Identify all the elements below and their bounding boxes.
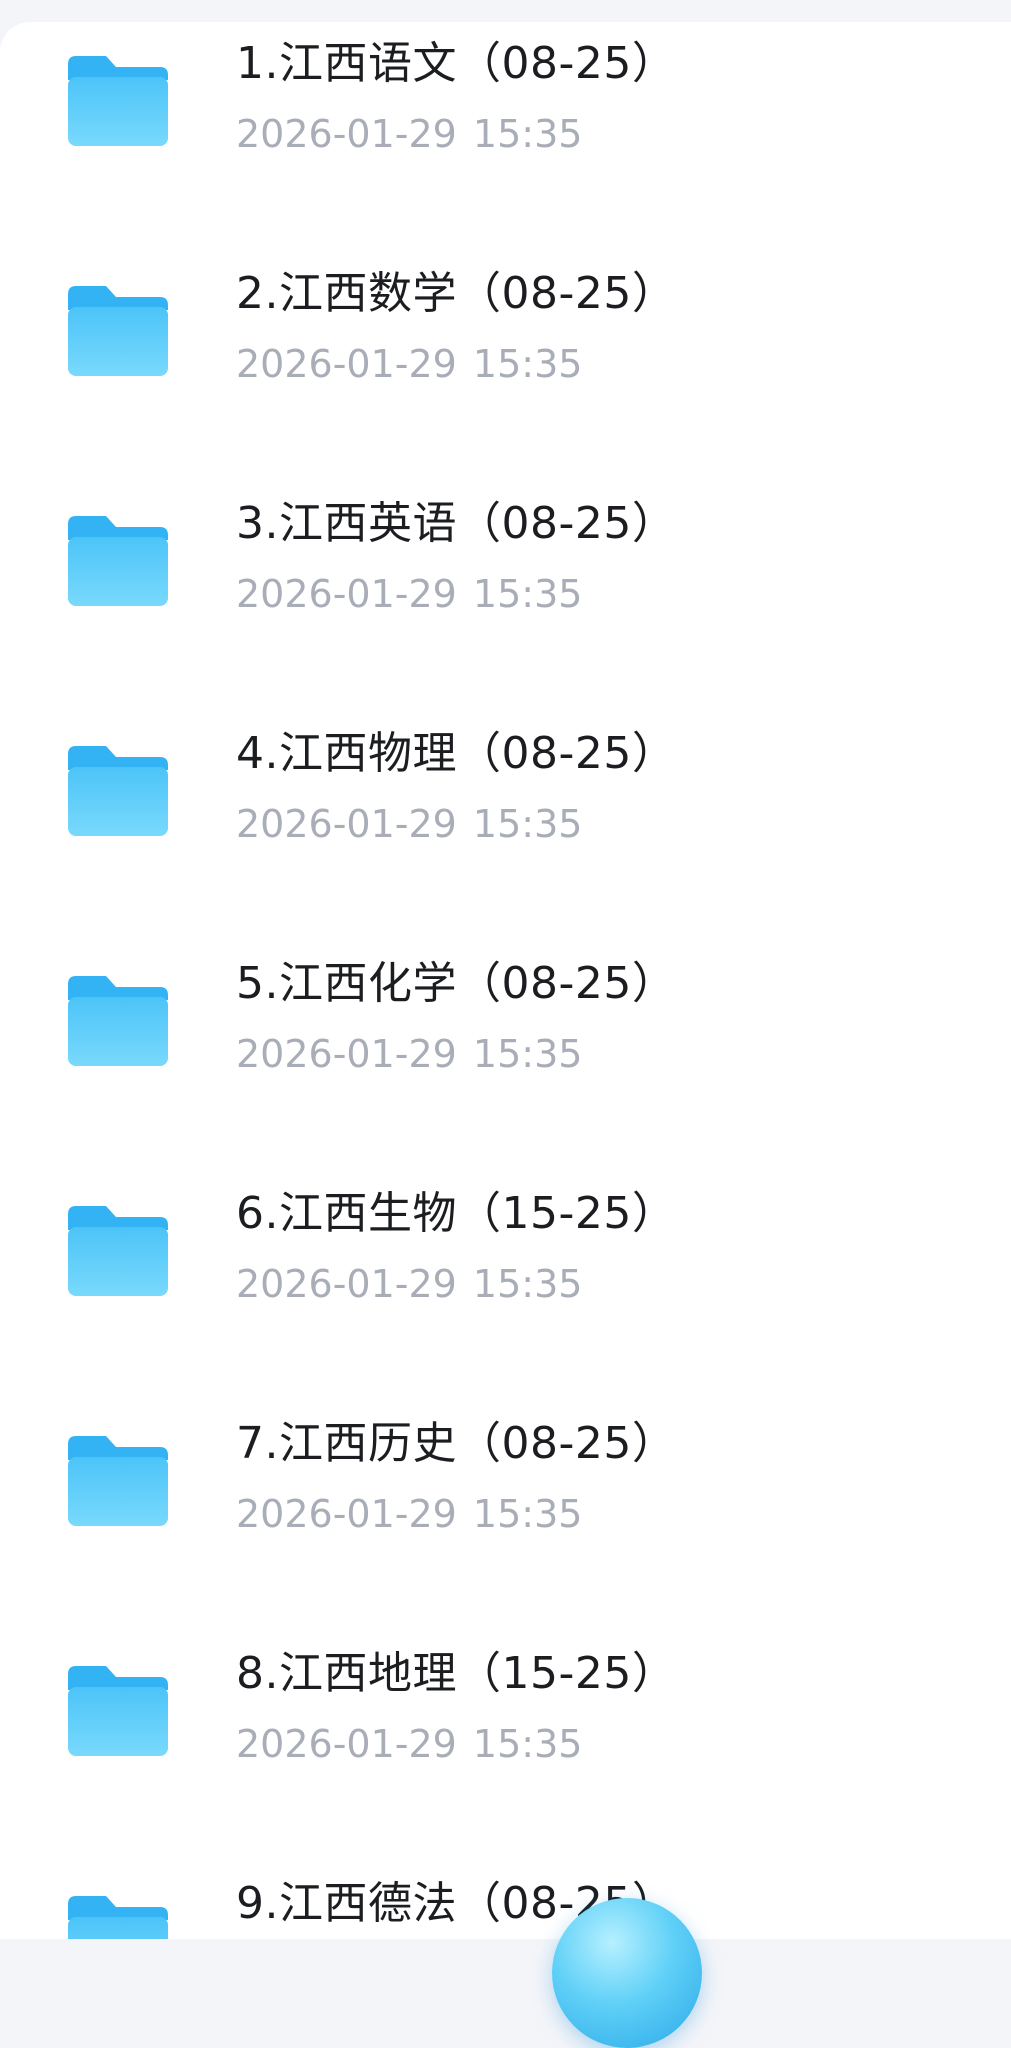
file-date: 2026-01-29 15:35 [236, 1492, 583, 1536]
file-name: 7.江西历史（08-25） [236, 1418, 677, 1469]
folder-icon [68, 56, 168, 146]
file-row-9[interactable]: 9.江西德法（08-25） [0, 1876, 1011, 1939]
folder-icon [68, 1436, 168, 1526]
file-date: 2026-01-29 15:35 [236, 802, 583, 846]
file-row-8[interactable]: 8.江西地理（15-25） 2026-01-29 15:35 [0, 1646, 1011, 1866]
file-name: 2.江西数学（08-25） [236, 268, 677, 319]
file-row-6[interactable]: 6.江西生物（15-25） 2026-01-29 15:35 [0, 1186, 1011, 1406]
file-row-1[interactable]: 1.江西语文（08-25） 2026-01-29 15:35 [0, 36, 1011, 256]
file-date: 2026-01-29 15:35 [236, 1032, 583, 1076]
file-name: 8.江西地理（15-25） [236, 1648, 677, 1699]
file-name: 6.江西生物（15-25） [236, 1188, 677, 1239]
file-date: 2026-01-29 15:35 [236, 342, 583, 386]
file-list-panel: 1.江西语文（08-25） 2026-01-29 15:35 2.江西数学（08… [0, 22, 1011, 1939]
folder-icon [68, 1896, 168, 1939]
folder-icon [68, 976, 168, 1066]
folder-icon [68, 1666, 168, 1756]
file-name: 3.江西英语（08-25） [236, 498, 677, 549]
file-name: 4.江西物理（08-25） [236, 728, 677, 779]
folder-icon [68, 286, 168, 376]
file-date: 2026-01-29 15:35 [236, 112, 583, 156]
folder-icon [68, 746, 168, 836]
file-name: 5.江西化学（08-25） [236, 958, 677, 1009]
file-name: 1.江西语文（08-25） [236, 38, 677, 89]
file-row-5[interactable]: 5.江西化学（08-25） 2026-01-29 15:35 [0, 956, 1011, 1176]
folder-icon [68, 516, 168, 606]
file-date: 2026-01-29 15:35 [236, 1722, 583, 1766]
file-row-7[interactable]: 7.江西历史（08-25） 2026-01-29 15:35 [0, 1416, 1011, 1636]
file-date: 2026-01-29 15:35 [236, 572, 583, 616]
file-row-2[interactable]: 2.江西数学（08-25） 2026-01-29 15:35 [0, 266, 1011, 486]
file-row-3[interactable]: 3.江西英语（08-25） 2026-01-29 15:35 [0, 496, 1011, 716]
assistant-orb-icon[interactable] [552, 1898, 702, 2048]
file-row-4[interactable]: 4.江西物理（08-25） 2026-01-29 15:35 [0, 726, 1011, 946]
file-date: 2026-01-29 15:35 [236, 1262, 583, 1306]
folder-icon [68, 1206, 168, 1296]
